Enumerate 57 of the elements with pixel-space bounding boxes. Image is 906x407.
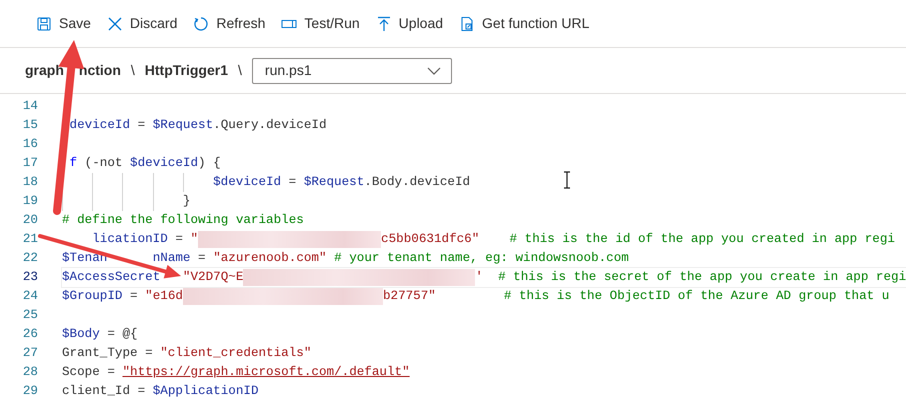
line-number: 24 [22,288,38,306]
breadcrumb-link[interactable]: graph [25,60,64,81]
code-text: f (-not $deviceId) { [70,155,221,172]
code-text: $deviceId = $Request.Body.deviceId [213,174,470,192]
breadcrumb-separator: \ [130,61,135,80]
code-text: $GroupID = "e16d [62,288,183,306]
close-icon [106,16,123,32]
breadcrumb-link[interactable]: nction [78,60,121,81]
code-text: nName = "azurenoob.com" [152,250,327,268]
document-icon [459,16,476,32]
line-number: 17 [22,155,38,172]
code-text: $AccessSecret [62,269,160,286]
file-dropdown[interactable]: run.ps1 [252,58,452,84]
save-button[interactable]: Save [30,9,97,38]
discard-button[interactable]: Discard [100,9,184,38]
code-text: # your tenant name, eg: windowsnoob.com [334,250,629,268]
line-number: 21 [22,231,38,248]
upload-icon [376,16,392,32]
get-url-button[interactable]: Get function URL [453,9,596,38]
code-text: client_Id = $ApplicationID [62,383,259,400]
line-number: 27 [22,345,38,362]
code-text: b27757" [382,288,436,306]
refresh-button[interactable]: Refresh [187,9,272,38]
code-text: deviceId = $Request.Query.deviceId [70,117,327,134]
code-text: $Body = @{ [62,326,138,344]
code-text: c5bb0631dfc6" [381,231,480,248]
code-text: $Tenan [62,250,108,268]
breadcrumb-link[interactable]: HttpTrigger1 [144,60,228,81]
line-number: 28 [22,364,38,382]
code-text: } [182,193,190,210]
line-number: 26 [22,326,38,344]
line-number: 19 [22,193,38,210]
chevron-down-icon [426,66,441,74]
test-run-button[interactable]: Test/Run [275,9,366,38]
code-text: # this is the secret of the app you create in app regi [498,269,906,286]
breadcrumb-separator: \ [238,61,242,80]
line-number: 23 [22,269,38,286]
upload-button[interactable]: Upload [370,9,450,38]
line-number: 15 [22,117,38,134]
code-text: # this is the ObjectID of the Azure AD group that u [504,288,890,306]
code-text: # define the following variables [62,212,304,230]
code-text: Scope = "https://graph.microsoft.com/.default" [62,364,410,382]
line-number: 20 [22,212,38,230]
refresh-icon [193,16,210,32]
save-icon [36,16,52,32]
code-text: # this is the id of the app you created in app regi [510,231,895,248]
line-number: 14 [22,98,38,116]
line-number: 22 [22,250,38,268]
code-text: "V2D7Q~E [182,269,244,286]
text-cursor-icon [562,171,572,189]
line-number: 29 [22,383,38,400]
line-number: 18 [22,174,38,192]
code-text: licationID = " [92,231,198,248]
line-number: 25 [22,307,38,324]
line-number: 16 [22,136,38,154]
code-text: ' [475,269,483,286]
code-text: Grant_Type = "client_credentials" [62,345,312,362]
